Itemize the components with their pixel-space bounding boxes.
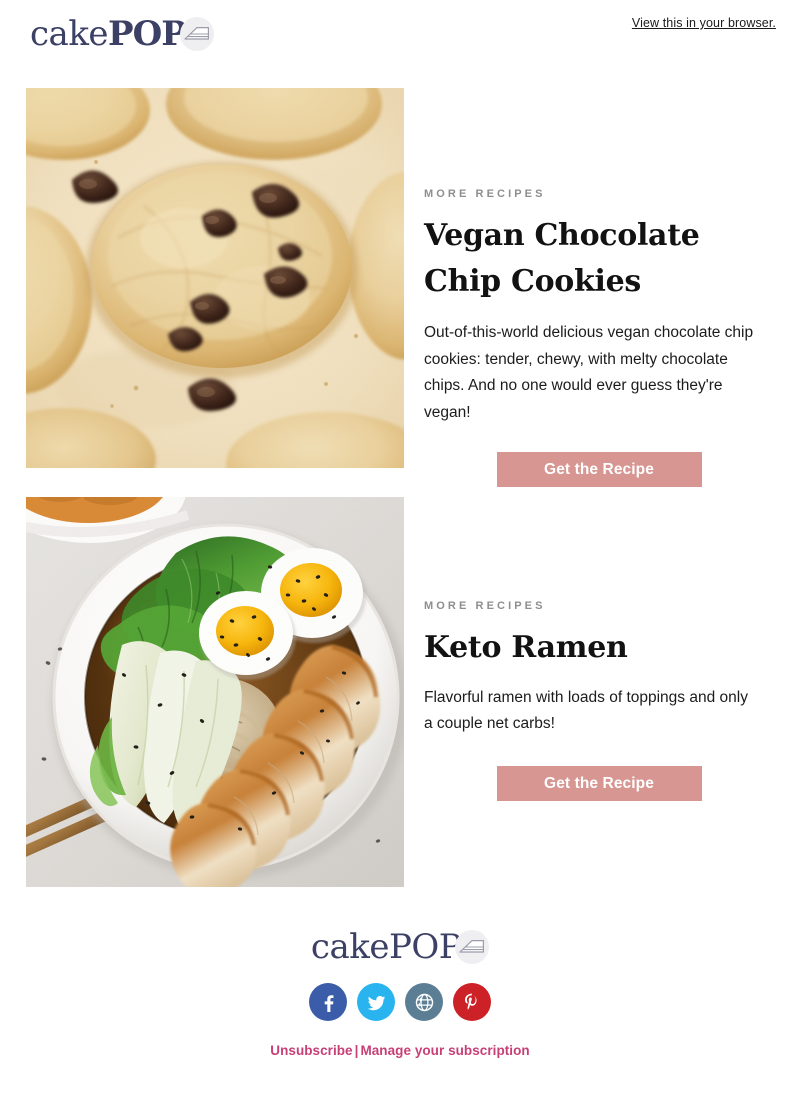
email-footer: cakePOP Unsubscribe | Manage your subscr…	[0, 925, 800, 1058]
twitter-glyph	[367, 995, 385, 1010]
get-the-recipe-button[interactable]: Get the Recipe	[496, 765, 702, 801]
brand-logo-cake: cake	[30, 14, 109, 54]
brand-logo-pop: POP	[108, 14, 187, 54]
get-the-recipe-button[interactable]: Get the Recipe	[496, 452, 702, 488]
footer-brand-logo-pop: POP	[388, 927, 462, 967]
email-header: cakePOP View this in your browser.	[0, 0, 800, 78]
facebook-icon[interactable]	[309, 983, 347, 1021]
cake-slice-icon-glyph	[184, 27, 209, 40]
globe-glyph	[415, 993, 433, 1011]
facebook-glyph	[324, 995, 334, 1012]
recipe-image-ramen[interactable]	[26, 497, 404, 887]
twitter-icon[interactable]	[357, 983, 395, 1021]
brand-logo-text: cakePOP	[30, 14, 187, 54]
footer-brand-logo-text: cakePOP	[310, 927, 462, 967]
email-body: cakePOP View this in your browser. MORE …	[0, 0, 800, 1112]
recipe-description: Flavorful ramen with loads of toppings a…	[424, 688, 748, 733]
brand-logo[interactable]: cakePOP	[30, 12, 214, 56]
pinterest-glyph	[465, 993, 477, 1010]
recipe-description: Out-of-this-world delicious vegan chocol…	[424, 324, 754, 421]
footer-brand-logo-cake: cake	[310, 927, 390, 967]
recipe-body-cookies: MORE RECIPES Vegan Chocolate Chip Cookie…	[424, 188, 774, 488]
footer-links: Unsubscribe | Manage your subscription	[0, 1043, 800, 1058]
recipe-body-ramen: MORE RECIPES Keto Ramen Flavorful ramen …	[424, 600, 774, 801]
footer-brand-logo[interactable]: cakePOP	[310, 925, 490, 969]
recipe-image-cookies[interactable]	[26, 88, 404, 468]
cta-row: Get the Recipe	[424, 452, 774, 488]
cta-row: Get the Recipe	[424, 765, 774, 801]
eyebrow-label: MORE RECIPES	[424, 600, 546, 612]
recipe-title: Keto Ramen	[424, 630, 628, 666]
ramen-photo-art	[26, 497, 404, 887]
recipe-title: Vegan Chocolate Chip Cookies	[424, 218, 700, 299]
cake-slice-icon-glyph	[459, 940, 485, 953]
eyebrow-label: MORE RECIPES	[424, 188, 546, 200]
recipe-card-cookies: MORE RECIPES Vegan Chocolate Chip Cookie…	[0, 88, 800, 488]
unsubscribe-link[interactable]: Unsubscribe	[270, 1043, 352, 1058]
recipe-card-ramen: MORE RECIPES Keto Ramen Flavorful ramen …	[0, 497, 800, 887]
manage-subscription-link[interactable]: Manage your subscription	[360, 1043, 529, 1058]
website-icon[interactable]	[405, 983, 443, 1021]
cake-slice-icon	[179, 17, 214, 51]
social-links	[0, 983, 800, 1021]
cookies-photo-art	[26, 88, 404, 468]
pinterest-icon[interactable]	[453, 983, 491, 1021]
view-in-browser-link[interactable]: View this in your browser.	[632, 16, 776, 30]
cake-slice-icon	[455, 930, 490, 964]
